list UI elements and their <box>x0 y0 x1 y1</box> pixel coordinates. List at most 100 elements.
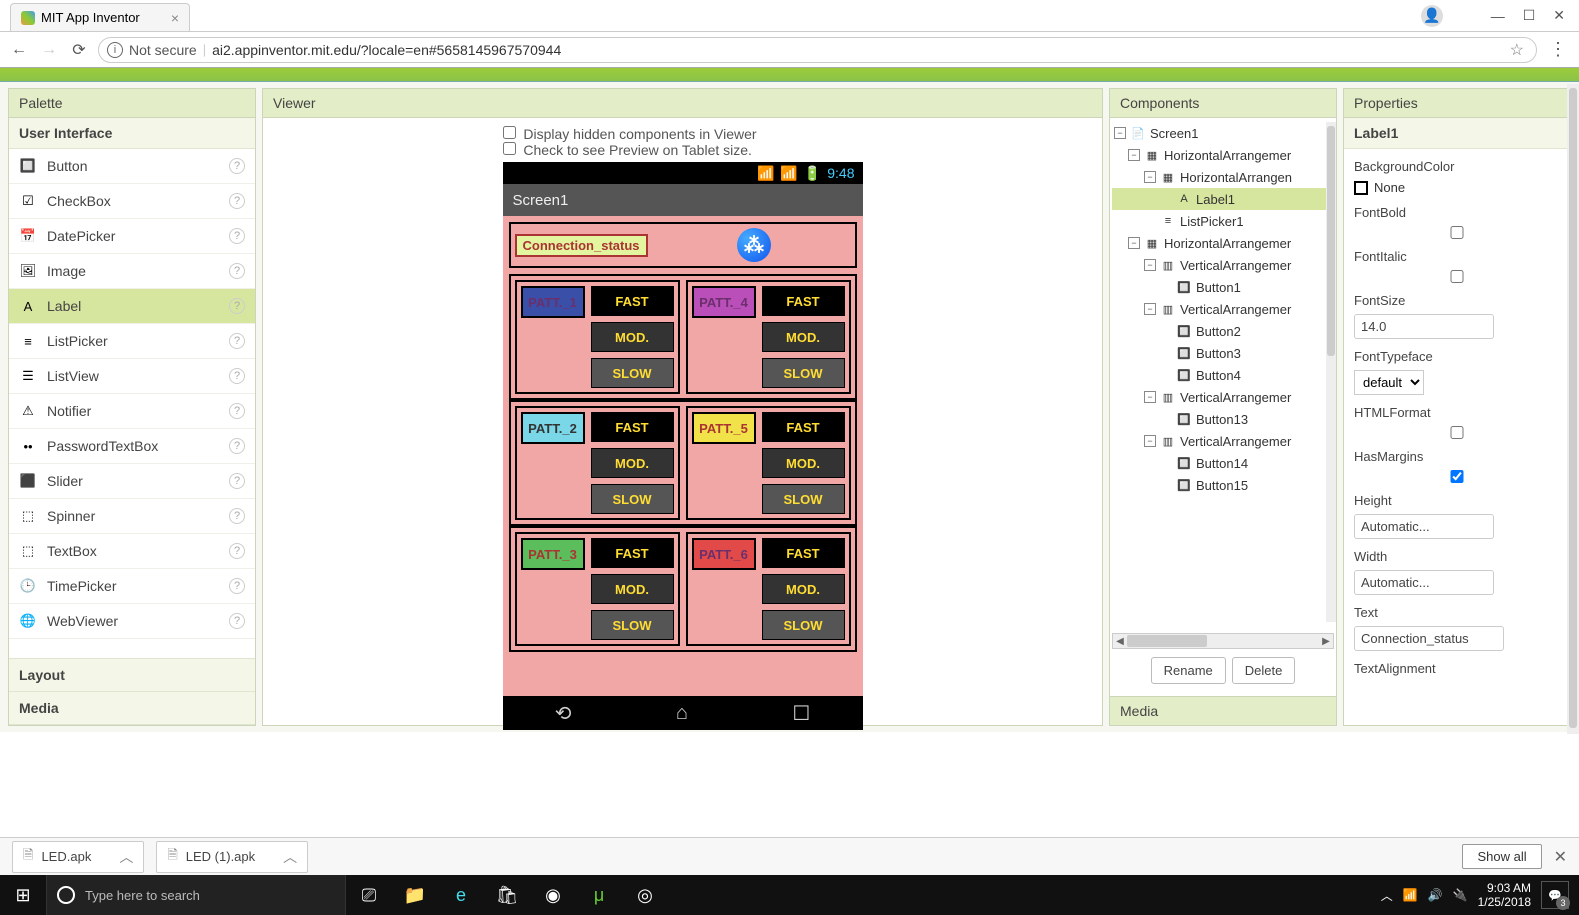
tree-item-horizontalarrangemer[interactable]: −▦HorizontalArrangemer <box>1112 232 1334 254</box>
delete-button[interactable]: Delete <box>1232 657 1296 684</box>
palette-item-notifier[interactable]: ⚠Notifier? <box>9 394 255 429</box>
pattern-button[interactable]: PATT._5 <box>692 412 756 444</box>
speed-button-slow[interactable]: SLOW <box>762 484 845 514</box>
chrome-icon[interactable]: ◉ <box>530 875 576 915</box>
tree-item-verticalarrangemer[interactable]: −▥VerticalArrangemer <box>1112 430 1334 452</box>
profile-icon[interactable]: 👤 <box>1421 5 1443 27</box>
speed-button-fast[interactable]: FAST <box>762 286 845 316</box>
prop-width-input[interactable] <box>1354 570 1494 595</box>
palette-item-timepicker[interactable]: 🕒TimePicker? <box>9 569 255 604</box>
speed-button-slow[interactable]: SLOW <box>762 610 845 640</box>
tree-item-button13[interactable]: 🔲Button13 <box>1112 408 1334 430</box>
bookmark-icon[interactable]: ☆ <box>1510 40 1528 60</box>
tree-item-button2[interactable]: 🔲Button2 <box>1112 320 1334 342</box>
component-tree[interactable]: −📄Screen1−▦HorizontalArrangemer−▦Horizon… <box>1112 122 1334 633</box>
speed-button-mod[interactable]: MOD. <box>762 574 845 604</box>
prop-text-input[interactable] <box>1354 626 1504 651</box>
speed-button-fast[interactable]: FAST <box>591 538 674 568</box>
phone-recent-icon[interactable]: ☐ <box>792 701 810 726</box>
downloads-close-icon[interactable]: ✕ <box>1554 847 1567 867</box>
tree-toggle-icon[interactable]: − <box>1128 149 1140 161</box>
tree-item-button15[interactable]: 🔲Button15 <box>1112 474 1334 496</box>
speed-button-mod[interactable]: MOD. <box>591 448 674 478</box>
help-icon[interactable]: ? <box>229 158 245 174</box>
chevron-up-icon[interactable]: ︿ <box>283 847 297 867</box>
palette-item-checkbox[interactable]: ☑CheckBox? <box>9 184 255 219</box>
tree-item-verticalarrangemer[interactable]: −▥VerticalArrangemer <box>1112 386 1334 408</box>
help-icon[interactable]: ? <box>229 508 245 524</box>
help-icon[interactable]: ? <box>229 613 245 629</box>
address-bar[interactable]: i Not secure | ai2.appinventor.mit.edu/?… <box>98 37 1537 63</box>
tree-toggle-icon[interactable]: − <box>1144 303 1156 315</box>
app-icon[interactable]: ◎ <box>622 875 668 915</box>
explorer-icon[interactable]: 📁 <box>392 875 438 915</box>
prop-bgcolor-value[interactable]: None <box>1354 180 1560 195</box>
prop-height-input[interactable] <box>1354 514 1494 539</box>
tree-item-listpicker1[interactable]: ≡ListPicker1 <box>1112 210 1334 232</box>
prop-fontbold-checkbox[interactable] <box>1354 226 1560 239</box>
speed-button-fast[interactable]: FAST <box>762 412 845 442</box>
hscroll-left-icon[interactable]: ◀ <box>1113 634 1127 648</box>
tree-item-horizontalarrangen[interactable]: −▦HorizontalArrangen <box>1112 166 1334 188</box>
store-icon[interactable]: 🛍 <box>484 875 530 915</box>
phone-home-icon[interactable]: ⌂ <box>676 702 688 725</box>
volume-icon[interactable]: 🔊 <box>1428 888 1443 902</box>
tree-toggle-icon[interactable]: − <box>1144 259 1156 271</box>
help-icon[interactable]: ? <box>229 298 245 314</box>
tree-toggle-icon[interactable]: − <box>1144 171 1156 183</box>
prop-fonttypeface-select[interactable]: default <box>1354 370 1424 395</box>
help-icon[interactable]: ? <box>229 578 245 594</box>
viewer-tablet-check[interactable]: Check to see Preview on Tablet size. <box>503 142 863 158</box>
taskbar-search[interactable]: Type here to search <box>46 875 346 915</box>
help-icon[interactable]: ? <box>229 403 245 419</box>
tree-item-button3[interactable]: 🔲Button3 <box>1112 342 1334 364</box>
hidden-components-checkbox[interactable] <box>503 126 516 139</box>
reload-button[interactable]: ⟳ <box>68 39 90 61</box>
pattern-button[interactable]: PATT._1 <box>521 286 585 318</box>
start-button[interactable]: ⊞ <box>0 875 46 915</box>
palette-item-passwordtextbox[interactable]: ••PasswordTextBox? <box>9 429 255 464</box>
palette-item-spinner[interactable]: ⬚Spinner? <box>9 499 255 534</box>
phone-back-icon[interactable]: ⟲ <box>555 701 572 726</box>
downloads-showall-button[interactable]: Show all <box>1462 844 1541 869</box>
viewer-hidden-check[interactable]: Display hidden components in Viewer <box>503 126 863 142</box>
power-icon[interactable]: 🔌 <box>1453 888 1468 902</box>
help-icon[interactable]: ? <box>229 228 245 244</box>
components-vscroll[interactable] <box>1326 122 1336 622</box>
phone-screen[interactable]: Connection_status ⁂ PATT._1FASTMOD.SLOWP… <box>503 216 863 696</box>
prop-fontitalic-checkbox[interactable] <box>1354 270 1560 283</box>
pattern-button[interactable]: PATT._4 <box>692 286 756 318</box>
window-close-button[interactable]: ✕ <box>1553 7 1565 24</box>
tree-item-button1[interactable]: 🔲Button1 <box>1112 276 1334 298</box>
speed-button-fast[interactable]: FAST <box>762 538 845 568</box>
tray-chevron-icon[interactable]: ︿ <box>1381 887 1393 904</box>
taskbar-clock[interactable]: 9:03 AM 1/25/2018 <box>1478 881 1531 910</box>
browser-menu-icon[interactable]: ⋮ <box>1545 39 1571 60</box>
chevron-up-icon[interactable]: ︿ <box>119 847 133 867</box>
window-maximize-button[interactable]: ☐ <box>1523 7 1536 24</box>
help-icon[interactable]: ? <box>229 543 245 559</box>
palette-item-webviewer[interactable]: 🌐WebViewer? <box>9 604 255 639</box>
edge-icon[interactable]: e <box>438 875 484 915</box>
tree-item-label1[interactable]: ALabel1 <box>1112 188 1334 210</box>
tree-toggle-icon[interactable]: − <box>1144 391 1156 403</box>
pattern-button[interactable]: PATT._6 <box>692 538 756 570</box>
media-panel-header[interactable]: Media <box>1109 697 1337 726</box>
browser-tab[interactable]: MIT App Inventor × <box>10 3 190 31</box>
speed-button-mod[interactable]: MOD. <box>591 322 674 352</box>
hscroll-right-icon[interactable]: ▶ <box>1319 634 1333 648</box>
palette-item-slider[interactable]: ⬛Slider? <box>9 464 255 499</box>
tree-toggle-icon[interactable]: − <box>1128 237 1140 249</box>
help-icon[interactable]: ? <box>229 193 245 209</box>
tree-item-verticalarrangemer[interactable]: −▥VerticalArrangemer <box>1112 254 1334 276</box>
palette-item-listpicker[interactable]: ≡ListPicker? <box>9 324 255 359</box>
action-center-icon[interactable]: 💬3 <box>1541 881 1569 909</box>
tab-close-icon[interactable]: × <box>171 10 179 26</box>
palette-item-textbox[interactable]: ⬚TextBox? <box>9 534 255 569</box>
speed-button-mod[interactable]: MOD. <box>762 448 845 478</box>
back-button[interactable]: ← <box>8 39 30 61</box>
help-icon[interactable]: ? <box>229 438 245 454</box>
speed-button-slow[interactable]: SLOW <box>762 358 845 388</box>
components-hscroll[interactable]: ◀ ▶ <box>1112 633 1334 649</box>
tree-item-horizontalarrangemer[interactable]: −▦HorizontalArrangemer <box>1112 144 1334 166</box>
